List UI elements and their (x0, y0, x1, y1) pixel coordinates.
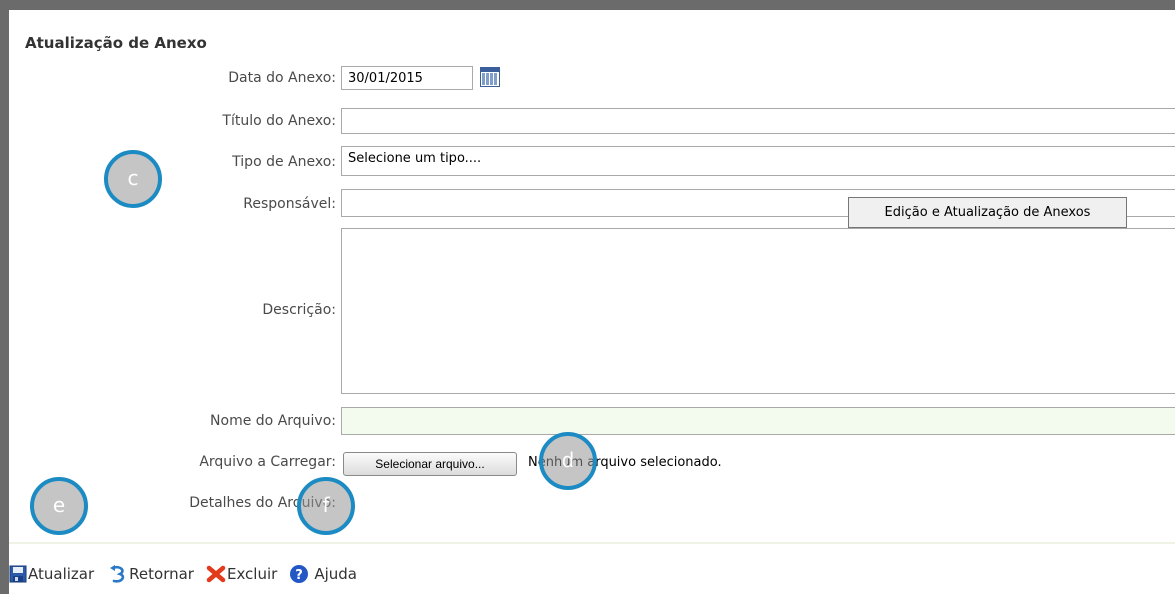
back-label: Retornar (129, 565, 194, 583)
calendar-icon[interactable] (480, 67, 500, 87)
description-label: Descrição: (262, 302, 336, 318)
responsible-label: Responsável: (243, 196, 336, 212)
select-file-button[interactable]: Selecionar arquivo... (343, 452, 517, 476)
date-field[interactable]: 30/01/2015 (341, 66, 473, 90)
update-label: Atualizar (28, 565, 95, 583)
svg-text:?: ? (296, 568, 304, 583)
back-arrow-icon (110, 565, 125, 583)
back-button[interactable]: Retornar (108, 564, 194, 584)
update-button[interactable]: Atualizar (9, 565, 94, 583)
delete-button[interactable]: Excluir (206, 564, 277, 584)
help-button[interactable]: ? Ajuda (289, 564, 357, 584)
divider (9, 542, 1175, 544)
marker-e: e (30, 477, 88, 535)
action-toolbar: Atualizar Retornar Excluir ? Ajuda (9, 562, 363, 586)
type-select[interactable]: Selecione um tipo.... (341, 146, 1175, 176)
help-icon: ? (290, 565, 309, 583)
type-label: Tipo de Anexo: (232, 154, 336, 170)
marker-d: d (539, 432, 597, 490)
delete-x-icon (206, 565, 226, 583)
description-textarea[interactable] (341, 228, 1175, 394)
attachment-form-panel: Atualização de Anexo Data do Anexo: 30/0… (9, 10, 1175, 594)
title-label: Título do Anexo: (222, 113, 336, 129)
help-label: Ajuda (314, 565, 357, 583)
filename-label: Nome do Arquivo: (210, 413, 336, 429)
date-label: Data do Anexo: (228, 70, 336, 86)
filename-field[interactable] (341, 407, 1175, 435)
delete-label: Excluir (226, 565, 278, 583)
marker-c: c (104, 150, 162, 208)
title-field[interactable] (341, 108, 1175, 134)
tooltip: Edição e Atualização de Anexos (848, 197, 1127, 228)
save-icon (9, 565, 27, 583)
marker-f: f (297, 477, 355, 535)
upload-label: Arquivo a Carregar: (199, 454, 336, 470)
page-title: Atualização de Anexo (25, 34, 207, 52)
